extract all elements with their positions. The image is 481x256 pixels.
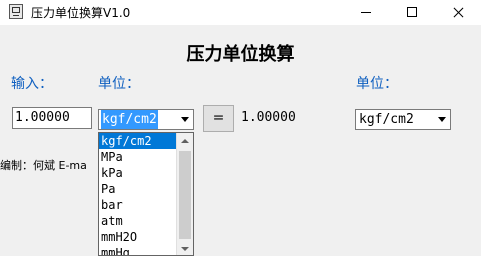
input-label: 输入： (11, 76, 53, 92)
to-unit-select[interactable]: kgf/cm2 (355, 109, 451, 130)
dropdown-item[interactable]: Pa (99, 181, 179, 197)
maximize-icon[interactable] (389, 0, 435, 25)
minimize-icon[interactable] (343, 0, 389, 25)
chevron-down-icon[interactable] (434, 110, 450, 129)
window-client: 压力单位换算 输入： 单位： 单位： 1.00000 kgf/cm2 = 1.0… (0, 25, 481, 256)
scroll-thumb[interactable] (179, 151, 191, 239)
author-footer: 编制：何斌 E-ma (0, 159, 87, 172)
result-value: 1.00000 (241, 110, 296, 125)
dropdown-item[interactable]: kgf/cm2 (99, 133, 179, 149)
dropdown-item[interactable]: MPa (99, 149, 179, 165)
convert-button[interactable]: = (203, 105, 234, 132)
dropdown-item[interactable]: atm (99, 213, 179, 229)
window-title: 压力单位换算V1.0 (31, 6, 131, 20)
dropdown-item[interactable]: kPa (99, 165, 179, 181)
page-title: 压力单位换算 (186, 44, 295, 65)
dropdown-item[interactable]: bar (99, 197, 179, 213)
from-unit-value: kgf/cm2 (101, 110, 158, 129)
from-unit-dropdown[interactable]: kgf/cm2 MPa kPa Pa bar atm mmH2O mmHg (98, 132, 194, 256)
from-unit-select[interactable]: kgf/cm2 (98, 109, 194, 130)
close-icon[interactable] (435, 0, 481, 25)
scroll-up-icon[interactable] (177, 133, 193, 150)
scroll-down-icon[interactable] (177, 240, 193, 255)
dropdown-scrollbar[interactable] (176, 133, 193, 255)
from-unit-label: 单位： (98, 76, 140, 92)
value-input[interactable]: 1.00000 (12, 107, 92, 129)
to-unit-value: kgf/cm2 (359, 112, 414, 127)
app-icon (9, 4, 23, 19)
dropdown-item[interactable]: mmHg (99, 245, 179, 255)
chevron-down-icon[interactable] (177, 110, 193, 129)
title-bar: 压力单位换算V1.0 (0, 0, 481, 25)
dropdown-item[interactable]: mmH2O (99, 229, 179, 245)
to-unit-label: 单位： (356, 76, 398, 92)
